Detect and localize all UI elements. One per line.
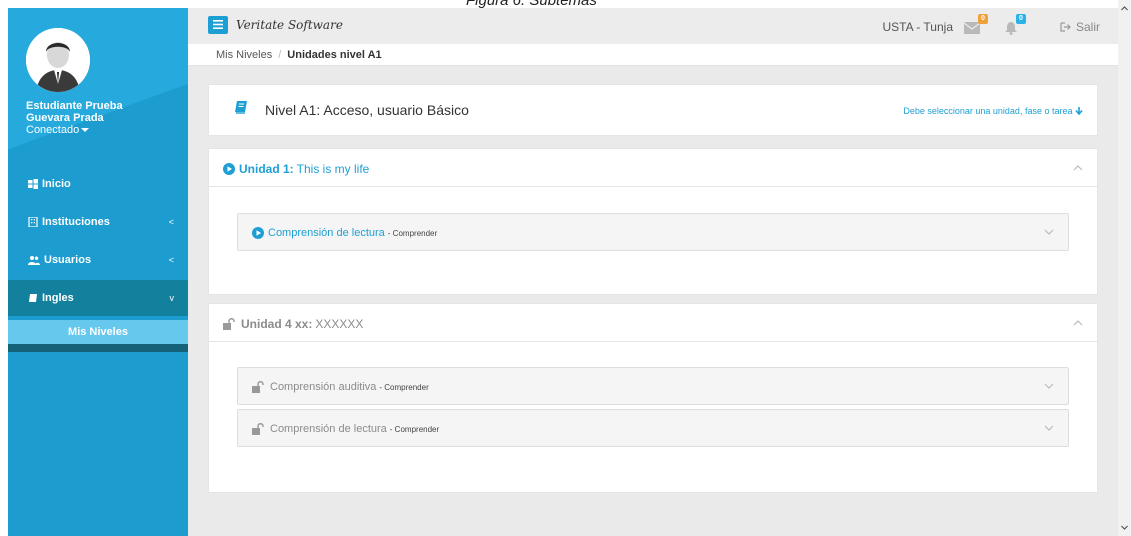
brand-name: Veritate Software bbox=[236, 18, 343, 32]
scroll-up-arrow-icon[interactable] bbox=[1118, 2, 1131, 15]
sidebar-item-usuarios[interactable]: Usuarios < bbox=[8, 242, 188, 278]
unit-number: Unidad 4 xx: bbox=[241, 317, 313, 331]
unit-name: XXXXXX bbox=[315, 317, 364, 331]
sign-out-icon bbox=[1060, 22, 1071, 32]
sidebar-item-ingles[interactable]: Ingles v bbox=[8, 280, 188, 316]
sidebar-item-label: Ingles bbox=[42, 292, 74, 304]
chevron-down-icon bbox=[1044, 425, 1054, 431]
chevron-up-icon[interactable] bbox=[1073, 320, 1083, 326]
hamburger-icon bbox=[213, 20, 223, 29]
user-name-second: Guevara Prada bbox=[26, 112, 104, 124]
task-name: Comprensión de lectura bbox=[268, 227, 385, 239]
messages-count-badge: 0 bbox=[978, 14, 988, 24]
task-item[interactable]: Comprensión de lectura - Comprender bbox=[237, 409, 1069, 447]
unlock-icon bbox=[223, 318, 235, 330]
task-name: Comprensión de lectura bbox=[270, 423, 387, 435]
chevron-left-icon: < bbox=[168, 255, 174, 265]
breadcrumb-current: Unidades nivel A1 bbox=[287, 49, 382, 61]
breadcrumb-parent-link[interactable]: Mis Niveles bbox=[216, 49, 272, 61]
users-icon bbox=[28, 256, 40, 265]
user-avatar-icon bbox=[26, 28, 90, 92]
logout-label: Salir bbox=[1075, 20, 1100, 34]
unlock-icon bbox=[252, 423, 264, 435]
figure-caption: Figura 6. Subtemas bbox=[0, 0, 1131, 9]
arrow-down-icon bbox=[1075, 107, 1083, 116]
level-hint: Debe seleccionar una unidad, fase o tare… bbox=[903, 106, 1083, 116]
unlock-icon bbox=[252, 381, 264, 393]
user-status-label: Conectado bbox=[26, 124, 80, 136]
envelope-icon bbox=[964, 22, 980, 34]
book-icon bbox=[29, 294, 37, 302]
sidebar-item-label: Usuarios bbox=[44, 254, 92, 266]
unit-header[interactable]: Unidad 1: This is my life bbox=[209, 149, 1097, 187]
level-hint-text: Debe seleccionar una unidad, fase o tare… bbox=[903, 106, 1073, 116]
chevron-down-icon bbox=[1044, 383, 1054, 389]
sidebar-item-instituciones[interactable]: Instituciones < bbox=[8, 204, 188, 240]
unit-header[interactable]: Unidad 4 xx: XXXXXX bbox=[209, 304, 1097, 342]
chevron-down-icon bbox=[1044, 229, 1054, 235]
task-title: Comprensión auditiva - Comprender bbox=[252, 381, 429, 393]
main-content: Nivel A1: Acceso, usuario Básico Debe se… bbox=[188, 66, 1118, 536]
page: Figura 6. Subtemas Estudiante Prueba Gue… bbox=[0, 0, 1131, 536]
breadcrumb-separator: / bbox=[278, 49, 282, 61]
level-title: Nivel A1: Acceso, usuario Básico bbox=[265, 102, 469, 118]
chevron-down-icon: v bbox=[169, 293, 175, 303]
unit-panel: Unidad 4 xx: XXXXXX Comprensión auditiva -… bbox=[208, 303, 1098, 493]
task-title: Comprensión de lectura - Comprender bbox=[252, 227, 437, 239]
task-name: Comprensión auditiva bbox=[270, 381, 377, 393]
logout-button[interactable]: Salir bbox=[1060, 20, 1100, 34]
organization-label: USTA - Tunja bbox=[882, 20, 953, 34]
user-info: Estudiante Prueba Guevara Prada Conectad… bbox=[26, 100, 176, 136]
sidebar: Estudiante Prueba Guevara Prada Conectad… bbox=[8, 8, 188, 536]
task-type: - Comprender bbox=[389, 424, 440, 434]
task-type: - Comprender bbox=[387, 228, 438, 238]
sidebar-item-inicio[interactable]: Inicio bbox=[8, 166, 188, 202]
sidebar-subitem-label: Mis Niveles bbox=[68, 326, 128, 338]
scroll-down-arrow-icon[interactable] bbox=[1118, 521, 1131, 534]
task-item[interactable]: Comprensión de lectura - Comprender bbox=[237, 213, 1069, 251]
notifications-button[interactable]: 0 bbox=[1000, 14, 1028, 38]
play-circle-icon bbox=[223, 163, 235, 175]
sidebar-item-label: Inicio bbox=[42, 178, 71, 190]
sidebar-subitem-mis-niveles[interactable]: Mis Niveles bbox=[8, 320, 188, 344]
building-icon bbox=[28, 217, 38, 227]
book-icon bbox=[235, 101, 247, 114]
unit-title: Unidad 1: This is my life bbox=[223, 162, 369, 176]
caret-down-icon bbox=[81, 128, 90, 133]
task-title: Comprensión de lectura - Comprender bbox=[252, 423, 439, 435]
unit-title: Unidad 4 xx: XXXXXX bbox=[223, 317, 363, 331]
sidebar-submenu-footer bbox=[8, 344, 188, 352]
chevron-left-icon: < bbox=[168, 217, 174, 227]
sidebar-header-bg bbox=[8, 8, 188, 178]
user-status-dropdown[interactable]: Conectado bbox=[26, 124, 176, 136]
play-circle-icon bbox=[252, 227, 264, 239]
task-type: - Comprender bbox=[379, 382, 429, 392]
notifications-count-badge: 0 bbox=[1016, 14, 1026, 24]
page-scrollbar[interactable] bbox=[1118, 0, 1131, 536]
level-header-panel: Nivel A1: Acceso, usuario Básico Debe se… bbox=[208, 84, 1098, 136]
sidebar-item-label: Instituciones bbox=[42, 216, 110, 228]
chevron-up-icon[interactable] bbox=[1073, 165, 1083, 171]
breadcrumb: Mis Niveles / Unidades nivel A1 bbox=[188, 44, 1118, 66]
avatar bbox=[26, 28, 90, 92]
unit-panel: Unidad 1: This is my life Comprensión de … bbox=[208, 148, 1098, 295]
messages-button[interactable]: 0 bbox=[962, 14, 990, 38]
windows-icon bbox=[28, 179, 38, 189]
unit-name: This is my life bbox=[296, 162, 370, 176]
menu-toggle-button[interactable] bbox=[208, 16, 228, 34]
unit-number: Unidad 1: bbox=[239, 162, 294, 176]
task-item[interactable]: Comprensión auditiva - Comprender bbox=[237, 367, 1069, 405]
top-bar: Veritate Software USTA - Tunja 0 0 Salir bbox=[188, 8, 1118, 44]
user-name-first: Estudiante Prueba bbox=[26, 100, 123, 112]
